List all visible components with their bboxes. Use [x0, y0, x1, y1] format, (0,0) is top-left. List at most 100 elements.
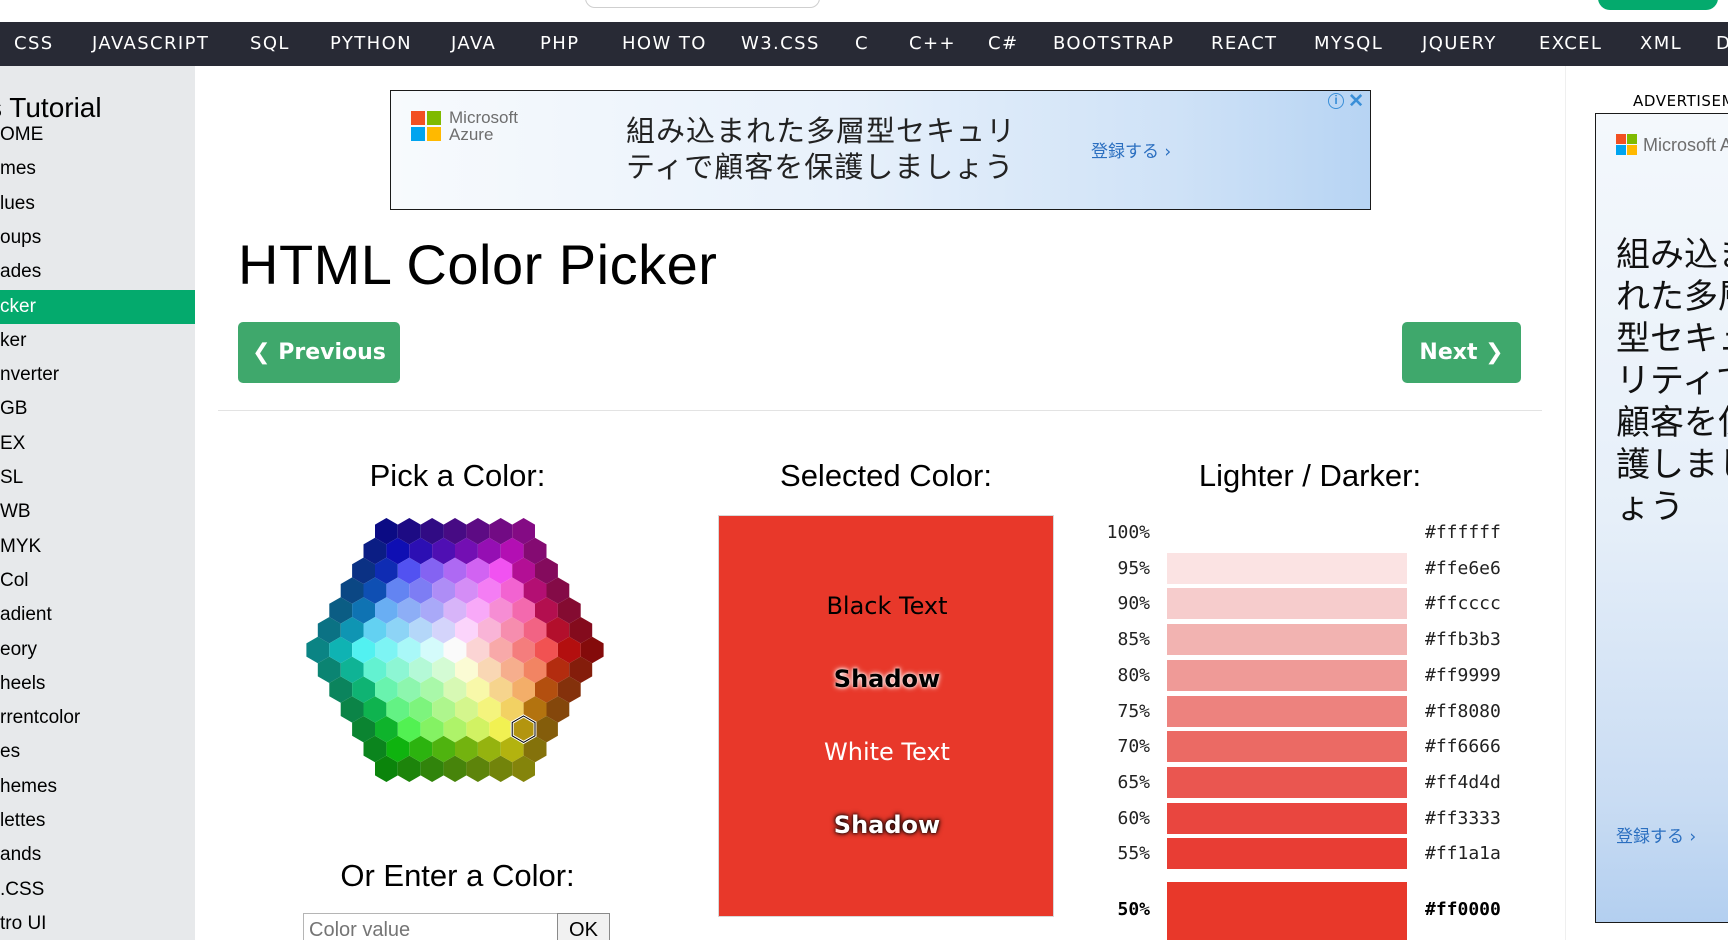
sidebar-item[interactable]: adient — [0, 598, 195, 632]
sidebar-item[interactable]: eory — [0, 633, 195, 667]
sidebar-item[interactable]: lues — [0, 187, 195, 221]
shade-hex: #ff3333 — [1425, 807, 1501, 829]
sidebar-item[interactable]: ker — [0, 324, 195, 358]
shade-swatch[interactable] — [1166, 765, 1408, 799]
sidebar-item-label: MYK — [0, 535, 42, 557]
sidebar-item[interactable]: OME — [0, 118, 195, 152]
ad-cta-link[interactable]: 登録する › — [1091, 137, 1171, 162]
nav-item-php[interactable]: PHP — [540, 22, 579, 66]
shade-row[interactable]: 55% #ff1a1a — [1090, 837, 1530, 871]
right-ad-text: 組み込まれた多層型セキュリティで顧客を保護しましょう — [1616, 235, 1728, 527]
shade-swatch[interactable] — [1166, 658, 1408, 692]
selected-color-swatch: Black Text Shadow White Text Shadow — [718, 515, 1054, 917]
nav-item-jquery[interactable]: JQUERY — [1422, 22, 1497, 66]
nav-item-sql[interactable]: SQL — [250, 22, 290, 66]
nav-item-python[interactable]: PYTHON — [330, 22, 412, 66]
sidebar-item[interactable]: ades — [0, 255, 195, 289]
color-hex-map[interactable] — [290, 510, 620, 790]
sidebar-item-label: GB — [0, 398, 28, 420]
previous-button[interactable]: ❮ Previous — [238, 322, 400, 383]
right-ad[interactable]: Microsoft A 組み込まれた多層型セキュリティで顧客を保護しましょう 登… — [1595, 113, 1728, 923]
shade-row[interactable]: 65% #ff4d4d — [1090, 765, 1530, 799]
shade-row[interactable]: 60% #ff3333 — [1090, 801, 1530, 835]
nav-item-mysql[interactable]: MYSQL — [1314, 22, 1383, 66]
shade-swatch[interactable] — [1166, 730, 1408, 764]
sidebar-item-label: Col — [0, 569, 29, 591]
shade-swatch[interactable] — [1166, 516, 1408, 549]
shade-swatch[interactable] — [1166, 881, 1408, 940]
shade-hex: #ffffff — [1425, 522, 1501, 543]
color-value-input[interactable] — [303, 913, 558, 940]
shade-percent: 65% — [1117, 771, 1150, 793]
shade-swatch[interactable] — [1166, 551, 1408, 585]
divider — [218, 410, 1542, 411]
sidebar-item[interactable]: WB — [0, 495, 195, 529]
shade-swatch[interactable] — [1166, 623, 1408, 657]
nav-item-c[interactable]: C++ — [909, 22, 956, 66]
sidebar-item[interactable]: tro UI — [0, 907, 195, 940]
nav-item-javascript[interactable]: JAVASCRIPT — [92, 22, 209, 66]
shade-swatch[interactable] — [1166, 837, 1408, 871]
shade-swatch[interactable] — [1166, 694, 1408, 728]
sidebar-item[interactable]: ands — [0, 838, 195, 872]
sidebar-item-label: WB — [0, 501, 31, 523]
shade-row[interactable]: 80% #ff9999 — [1090, 658, 1530, 692]
nav-item-excel[interactable]: EXCEL — [1539, 22, 1602, 66]
ok-button[interactable]: OK — [557, 913, 610, 940]
shade-row[interactable]: 85% #ffb3b3 — [1090, 623, 1530, 657]
nav-item-c[interactable]: C# — [988, 22, 1018, 66]
nav-item-java[interactable]: JAVA — [451, 22, 496, 66]
sidebar-item[interactable]: heels — [0, 667, 195, 701]
sidebar-item[interactable]: .CSS — [0, 873, 195, 907]
nav-item-how-to[interactable]: HOW TO — [622, 22, 707, 66]
shade-hex: #ff9999 — [1425, 664, 1501, 686]
nav-item-d[interactable]: D — [1716, 22, 1728, 66]
sidebar-item[interactable]: hemes — [0, 770, 195, 804]
sidebar-item[interactable]: SL — [0, 461, 195, 495]
shade-row[interactable]: 75% #ff8080 — [1090, 694, 1530, 728]
shade-swatch[interactable] — [1166, 587, 1408, 621]
sidebar-item-label: SL — [0, 467, 24, 488]
sidebar-item[interactable]: mes — [0, 152, 195, 186]
sidebar-item-label: heels — [0, 672, 46, 694]
nav-item-react[interactable]: REACT — [1211, 22, 1277, 66]
sidebar-item[interactable]: EX — [0, 427, 195, 461]
sidebar-item[interactable]: nverter — [0, 358, 195, 392]
ad-brand-azure: Azure — [449, 125, 494, 144]
shade-row[interactable]: 95% #ffe6e6 — [1090, 551, 1530, 585]
lighter-darker-heading: Lighter / Darker: — [1198, 458, 1422, 493]
shade-hex: #ff8080 — [1425, 700, 1501, 722]
shade-swatch[interactable] — [1166, 801, 1408, 835]
sidebar-item-label: rrentcolor — [0, 707, 81, 729]
shade-percent: 55% — [1117, 843, 1150, 865]
top-navigation: CSS JAVASCRIPT SQL PYTHON JAVA PHP HOW TO W3.CS… — [0, 22, 1728, 66]
sidebar-item-label: cker — [0, 295, 36, 317]
sidebar-item[interactable]: rrentcolor — [0, 701, 195, 735]
sidebar-item-label: ands — [0, 844, 42, 866]
right-ad-cta-link[interactable]: 登録する › — [1616, 822, 1696, 847]
shade-row[interactable]: 50% #ff0000 — [1090, 881, 1530, 940]
next-button[interactable]: Next ❯ — [1402, 322, 1521, 383]
nav-item-css[interactable]: CSS — [14, 22, 54, 66]
shade-row[interactable]: 70% #ff6666 — [1090, 730, 1530, 764]
nav-item-bootstrap[interactable]: BOOTSTRAP — [1053, 22, 1174, 66]
shade-row[interactable]: 90% #ffcccc — [1090, 587, 1530, 621]
sidebar-item[interactable]: lettes — [0, 804, 195, 838]
ad-banner[interactable]: Microsoft Azure 組み込まれた多層型セキュリティで顧客を保護しまし… — [390, 90, 1371, 210]
sidebar-item[interactable]: GB — [0, 392, 195, 426]
sidebar-item[interactable]: oups — [0, 221, 195, 255]
sidebar-item[interactable]: Col — [0, 564, 195, 598]
nav-item-c[interactable]: C — [855, 22, 869, 66]
search-bar[interactable] — [585, 0, 820, 8]
advertisement-label: ADVERTISEMENT — [1633, 92, 1728, 110]
ad-close-icon[interactable]: ✕ — [1348, 90, 1364, 113]
nav-item-w3-css[interactable]: W3.CSS — [741, 22, 820, 66]
nav-item-xml[interactable]: XML — [1640, 22, 1682, 66]
sidebar-item[interactable]: es — [0, 735, 195, 769]
sign-up-button[interactable] — [1598, 0, 1718, 10]
sidebar-item[interactable]: MYK — [0, 530, 195, 564]
sidebar-item[interactable]: cker — [0, 289, 195, 324]
sidebar-item-label: OME — [0, 124, 44, 145]
ad-info-icon[interactable]: i — [1328, 93, 1344, 109]
shade-row[interactable]: 100% #ffffff — [1090, 516, 1530, 549]
